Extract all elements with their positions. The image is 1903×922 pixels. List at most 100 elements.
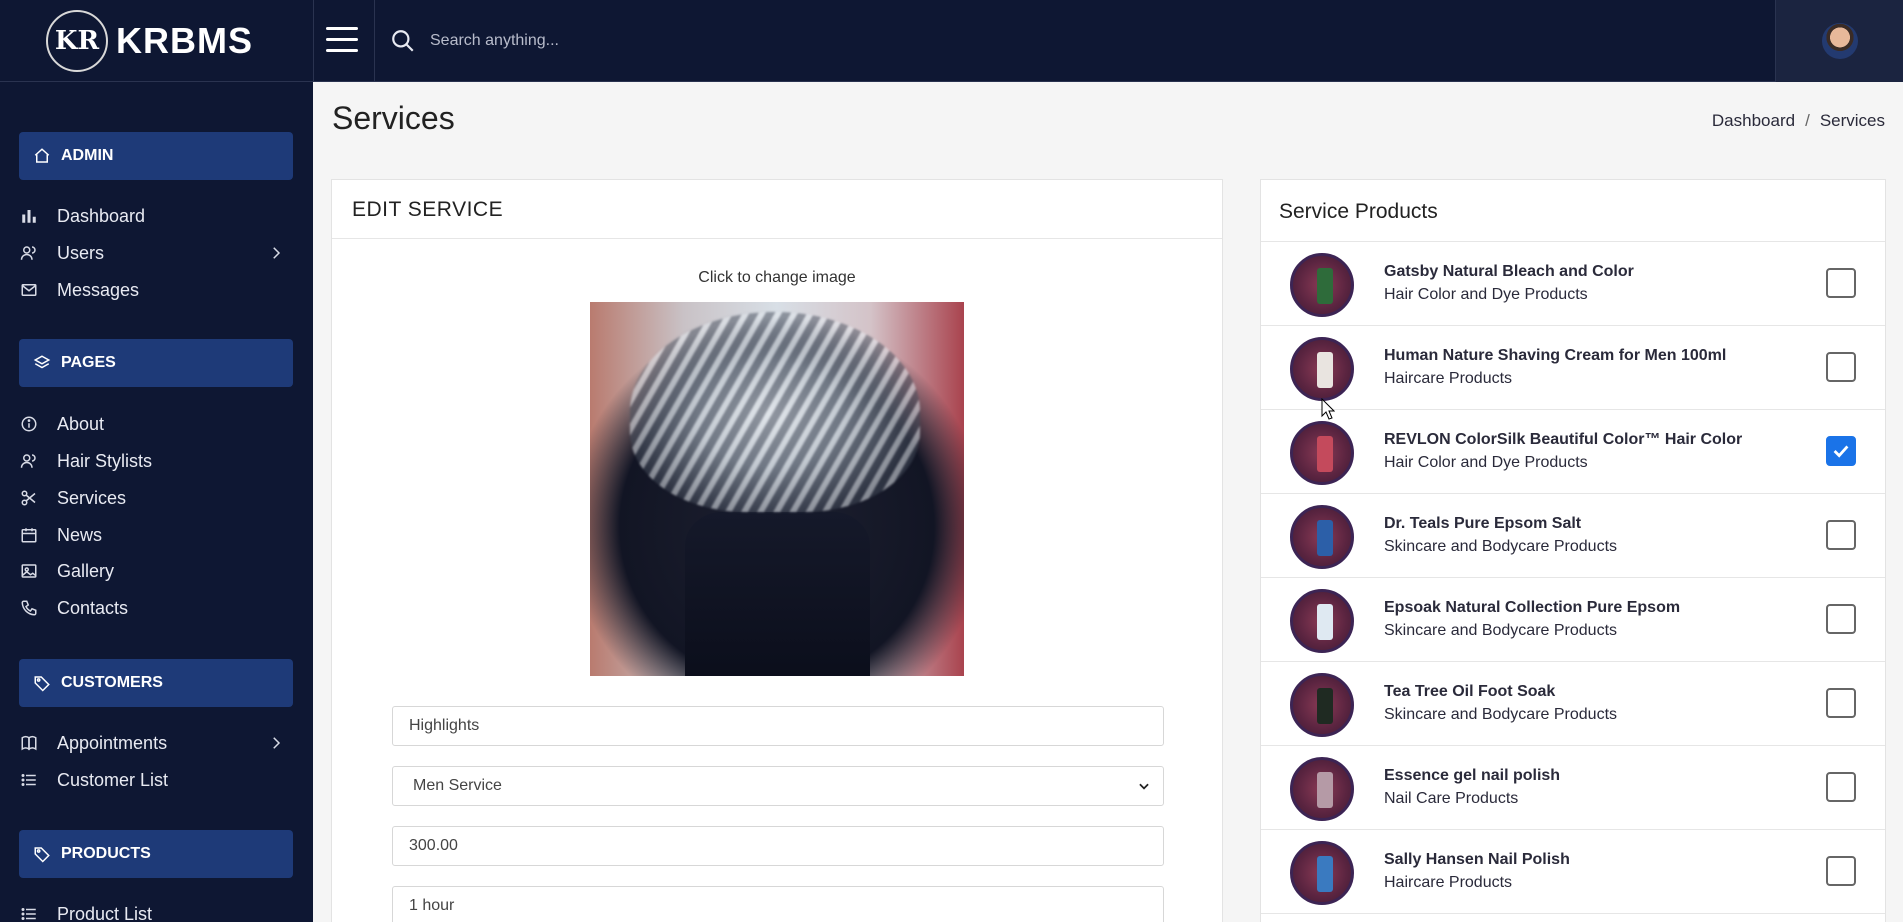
users-icon <box>19 451 39 471</box>
sidebar-item-hair-stylists[interactable]: Hair Stylists <box>19 444 299 478</box>
sidebar-item-label: News <box>57 524 103 545</box>
sidebar-item-label: Product List <box>57 903 153 922</box>
sidebar-item-about[interactable]: About <box>19 407 299 441</box>
product-category: Haircare Products <box>1384 370 1513 387</box>
product-name: Sally Hansen Nail Polish <box>1384 851 1570 868</box>
product-row[interactable]: Essence gel nail polish Nail Care Product… <box>1261 746 1885 830</box>
product-row[interactable]: Gatsby Natural Bleach and Color Hair Colo… <box>1261 242 1885 326</box>
user-menu[interactable] <box>1775 0 1903 82</box>
edit-service-card: EDIT SERVICE Click to change image Men S… <box>331 179 1223 922</box>
image-caption: Click to change image <box>698 269 856 286</box>
sidebar-item-label: Appointments <box>57 732 168 753</box>
book-icon <box>19 733 39 753</box>
calendar-icon <box>19 525 39 545</box>
chevron-right-icon <box>273 247 281 259</box>
logo: KR <box>46 10 108 72</box>
section-admin[interactable]: ADMIN <box>19 132 293 180</box>
product-category: Skincare and Bodycare Products <box>1384 622 1618 639</box>
hamburger-menu-icon[interactable] <box>326 27 358 55</box>
product-checkbox[interactable] <box>1826 604 1856 634</box>
section-products[interactable]: PRODUCTS <box>19 830 293 878</box>
divider <box>374 0 375 82</box>
product-checkbox[interactable] <box>1826 856 1856 886</box>
sidebar-item-customer-list[interactable]: Customer List <box>19 763 299 797</box>
sidebar-item-label: Services <box>57 487 127 508</box>
chevron-right-icon <box>273 737 281 749</box>
sidebar-item-label: Gallery <box>57 560 115 581</box>
sidebar-item-label: Contacts <box>57 597 129 618</box>
service-products-card: Service Products Gatsby Natural Bleach a… <box>1260 179 1886 922</box>
sidebar-item-services[interactable]: Services <box>19 481 299 515</box>
sidebar-item-users[interactable]: Users <box>19 236 299 270</box>
product-name: REVLON ColorSilk Beautiful Color™ Hair C… <box>1384 431 1743 448</box>
product-checkbox[interactable] <box>1826 268 1856 298</box>
service-price-input[interactable] <box>392 826 1164 866</box>
breadcrumb-separator: / <box>1805 111 1810 130</box>
select-value: Men Service <box>413 777 502 794</box>
breadcrumb-dashboard-link[interactable]: Dashboard <box>1712 111 1795 130</box>
product-category: Haircare Products <box>1384 874 1513 891</box>
product-row[interactable]: Dr. Teals Pure Epsom Salt Skincare and Bo… <box>1261 494 1885 578</box>
product-row[interactable]: Epsoak Natural Collection Pure Epsom Skin… <box>1261 578 1885 662</box>
avatar[interactable] <box>1821 23 1858 59</box>
product-name: Dr. Teals Pure Epsom Salt <box>1384 515 1582 532</box>
envelope-icon <box>19 280 39 300</box>
product-name: Human Nature Shaving Cream for Men 100ml <box>1384 347 1727 364</box>
sidebar: ADMIN Dashboard Users Messages PAGES Abo… <box>0 82 313 922</box>
brand-name: KRBMS <box>116 20 253 61</box>
sidebar-item-news[interactable]: News <box>19 518 299 552</box>
layers-icon <box>33 355 51 369</box>
product-row[interactable]: REVLON ColorSilk Beautiful Color™ Hair C… <box>1261 410 1885 494</box>
section-label: PAGES <box>61 354 116 371</box>
product-thumbnail <box>1290 589 1354 653</box>
sidebar-item-product-list[interactable]: Product List <box>19 897 299 922</box>
product-checkbox[interactable] <box>1826 688 1856 718</box>
product-row[interactable]: Sally Hansen Nail Polish Haircare Product… <box>1261 830 1885 914</box>
service-category-select[interactable]: Men Service <box>392 766 1164 806</box>
phone-icon <box>19 598 39 618</box>
product-category: Nail Care Products <box>1384 790 1519 807</box>
brand[interactable]: KR KRBMS <box>0 0 313 82</box>
product-checkbox[interactable] <box>1826 352 1856 382</box>
sidebar-item-label: Users <box>57 242 105 263</box>
product-row[interactable]: Tea Tree Oil Foot Soak Skincare and Bodyc… <box>1261 662 1885 746</box>
product-category: Skincare and Bodycare Products <box>1384 538 1618 555</box>
service-image[interactable] <box>590 302 964 676</box>
service-name-input[interactable] <box>392 706 1164 746</box>
section-label: PRODUCTS <box>61 845 151 862</box>
divider <box>313 0 314 82</box>
product-name: Essence gel nail polish <box>1384 767 1561 784</box>
section-pages[interactable]: PAGES <box>19 339 293 387</box>
product-name: Tea Tree Oil Foot Soak <box>1384 683 1556 700</box>
search-icon[interactable] <box>390 28 416 54</box>
product-thumbnail <box>1290 253 1354 317</box>
sidebar-item-label: Dashboard <box>57 205 146 226</box>
image-icon <box>19 561 39 581</box>
sidebar-item-contacts[interactable]: Contacts <box>19 591 299 625</box>
product-thumbnail <box>1290 673 1354 737</box>
section-customers[interactable]: CUSTOMERS <box>19 659 293 707</box>
tag-icon <box>34 847 50 863</box>
sidebar-item-messages[interactable]: Messages <box>19 273 299 307</box>
scissors-icon <box>19 488 39 508</box>
info-icon <box>19 414 39 434</box>
tag-icon <box>34 676 50 692</box>
users-icon <box>19 243 39 263</box>
sidebar-item-gallery[interactable]: Gallery <box>19 554 299 588</box>
product-checkbox[interactable] <box>1826 436 1856 466</box>
breadcrumb-current: Services <box>1819 111 1885 130</box>
sidebar-item-label: Customer List <box>57 769 169 790</box>
product-row[interactable]: Human Nature Shaving Cream for Men 100ml… <box>1261 326 1885 410</box>
service-duration-input[interactable] <box>392 886 1164 922</box>
home-icon <box>34 148 50 163</box>
product-category: Skincare and Bodycare Products <box>1384 706 1618 723</box>
product-checkbox[interactable] <box>1826 772 1856 802</box>
section-label: ADMIN <box>61 147 114 164</box>
sidebar-item-dashboard[interactable]: Dashboard <box>19 199 299 233</box>
search-input[interactable] <box>430 22 1730 60</box>
product-thumbnail <box>1290 841 1354 905</box>
sidebar-item-label: Hair Stylists <box>57 450 153 471</box>
sidebar-item-appointments[interactable]: Appointments <box>19 726 299 760</box>
product-checkbox[interactable] <box>1826 520 1856 550</box>
page-title: Services <box>332 100 455 136</box>
